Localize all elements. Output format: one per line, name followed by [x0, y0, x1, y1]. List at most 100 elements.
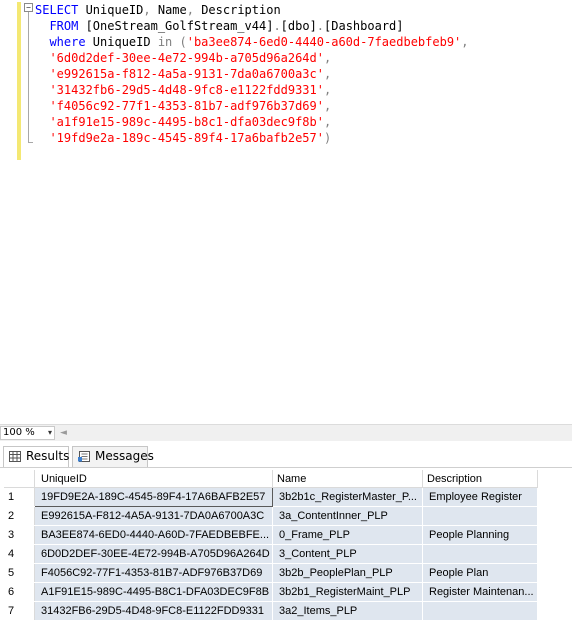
code-token-ident: [dbo]	[280, 19, 317, 33]
cell-description[interactable]	[422, 506, 538, 526]
tab-results[interactable]: Results	[3, 446, 69, 467]
code-token-gray: ,	[323, 99, 332, 113]
cell-name-text: 3b2b1_RegisterMaint_PLP	[279, 586, 411, 598]
cell-uniqueid-text: F4056C92-77F1-4353-81B7-ADF976B37D69	[41, 567, 263, 579]
cell-description[interactable]: Register Maintenan...	[422, 582, 538, 602]
results-tabbar: Results Messages	[0, 444, 572, 468]
row-number[interactable]: 6	[4, 582, 35, 602]
cell-description[interactable]: People Planning	[422, 525, 538, 545]
row-number[interactable]: 2	[4, 506, 35, 526]
cell-name-text: 3a2_Items_PLP	[279, 605, 358, 617]
column-header-description[interactable]: Description	[422, 470, 538, 488]
tab-messages[interactable]: Messages	[72, 446, 154, 467]
cell-description[interactable]	[422, 544, 538, 564]
table-row[interactable]: 7 31432FB6-29D5-4D48-9FC8-E1122FDD9331 3a2…	[4, 601, 538, 621]
outline-line-end	[28, 142, 33, 143]
cell-uniqueid-text: A1F91E15-989C-4495-B8C1-DFA03DEC9F8B	[41, 586, 270, 598]
code-line[interactable]: SELECT UniqueID, Name, Description	[35, 3, 281, 17]
code-token-ident: UniqueID	[85, 35, 158, 49]
cell-description-text: People Planning	[429, 529, 510, 541]
code-line[interactable]: where UniqueID in ('ba3ee874-6ed0-4440-a…	[35, 35, 468, 49]
code-token-ident: [Dashboard]	[324, 19, 404, 33]
cell-name-text: 3a_ContentInner_PLP	[279, 510, 388, 522]
cell-name[interactable]: 3b2b1c_RegisterMaster_P...	[272, 487, 423, 507]
cell-description-text: Register Maintenan...	[429, 586, 534, 598]
code-token-gray: ,	[143, 3, 151, 17]
cell-description[interactable]: Employee Register	[422, 487, 538, 507]
cell-name[interactable]: 3b2b_PeoplePlan_PLP	[272, 563, 423, 583]
cell-uniqueid[interactable]: 6D0D2DEF-30EE-4E72-994B-A705D96A264D	[34, 544, 273, 564]
row-number[interactable]: 7	[4, 601, 35, 621]
cell-name[interactable]: 3b2b1_RegisterMaint_PLP	[272, 582, 423, 602]
column-header-name[interactable]: Name	[272, 470, 423, 488]
code-token-ident: Name	[150, 3, 187, 17]
tab-messages-label: Messages	[95, 449, 154, 463]
row-number-text: 4	[8, 548, 15, 560]
row-number[interactable]: 1	[4, 487, 35, 507]
table-row[interactable]: 4 6D0D2DEF-30EE-4E72-994B-A705D96A264D 3_C…	[4, 544, 538, 564]
row-number-text: 5	[8, 567, 15, 579]
cell-description-text: People Plan	[429, 567, 489, 579]
cell-name-text: 3_Content_PLP	[279, 548, 357, 560]
code-token-str: 'a1f91e15-989c-4495-b8c1-dfa03dec9f8b'	[35, 115, 324, 129]
tab-results-label: Results	[26, 449, 70, 463]
code-token-kw: SELECT	[35, 3, 79, 17]
row-number[interactable]: 4	[4, 544, 35, 564]
table-row[interactable]: 2 E992615A-F812-4A5A-9131-7DA0A6700A3C 3a_…	[4, 506, 538, 526]
table-row[interactable]: 1 19FD9E2A-189C-4545-89F4-17A6BAFB2E57 3b2…	[4, 487, 538, 507]
scroll-left-icon[interactable]: ◄	[60, 427, 67, 439]
cell-uniqueid[interactable]: BA3EE874-6ED0-4440-A60D-7FAEDBEBFE...	[34, 525, 273, 545]
zoom-dropdown[interactable]: 100 % ▾	[0, 426, 55, 440]
cell-uniqueid[interactable]: A1F91E15-989C-4495-B8C1-DFA03DEC9F8B	[34, 582, 273, 602]
code-line[interactable]: 'f4056c92-77f1-4353-81b7-adf976b37d69',	[35, 99, 331, 113]
code-line[interactable]: '31432fb6-29d5-4d48-9fc8-e1122fdd9331',	[35, 83, 331, 97]
cell-description-text: Employee Register	[429, 491, 522, 503]
chevron-down-icon: ▾	[47, 428, 52, 437]
code-token-gray: ,	[323, 115, 332, 129]
cell-description[interactable]	[422, 601, 538, 621]
code-token-ident: UniqueID	[78, 3, 144, 17]
sql-code[interactable]: SELECT UniqueID, Name, Description FROM …	[35, 2, 469, 146]
grid-icon	[9, 451, 21, 462]
code-line[interactable]: '6d0d2def-30ee-4e72-994b-a705d96a264d',	[35, 51, 331, 65]
code-token-gray: .	[316, 19, 325, 33]
row-number[interactable]: 5	[4, 563, 35, 583]
code-token-gray: ,	[323, 67, 332, 81]
code-line[interactable]: 'e992615a-f812-4a5a-9131-7da0a6700a3c',	[35, 67, 331, 81]
code-token-kw: where	[35, 35, 86, 49]
cell-uniqueid-text: BA3EE874-6ED0-4440-A60D-7FAEDBEBFE...	[41, 529, 270, 541]
cell-uniqueid[interactable]: 19FD9E2A-189C-4545-89F4-17A6BAFB2E57	[34, 487, 273, 507]
results-grid[interactable]: UniqueID Name Description 1 19FD9E2A-189C…	[4, 470, 550, 621]
cell-uniqueid[interactable]: F4056C92-77F1-4353-81B7-ADF976B37D69	[34, 563, 273, 583]
collapse-toggle-icon[interactable]: −	[24, 3, 33, 12]
cell-description[interactable]: People Plan	[422, 563, 538, 583]
cell-uniqueid-text: E992615A-F812-4A5A-9131-7DA0A6700A3C	[41, 510, 265, 522]
row-number-text: 1	[8, 491, 15, 503]
row-number-header[interactable]	[4, 470, 35, 488]
code-token-gray: ,	[186, 3, 194, 17]
cell-name[interactable]: 3a2_Items_PLP	[272, 601, 423, 621]
cell-name-text: 0_Frame_PLP	[279, 529, 350, 541]
code-line[interactable]: FROM [OneStream_GolfStream_v44].[dbo].[D…	[35, 19, 404, 33]
code-line[interactable]: '19fd9e2a-189c-4545-89f4-17a6bafb2e57')	[35, 131, 331, 145]
cell-name[interactable]: 0_Frame_PLP	[272, 525, 423, 545]
change-indicator-bar	[17, 2, 21, 160]
table-row[interactable]: 3 BA3EE874-6ED0-4440-A60D-7FAEDBEBFE... 0_…	[4, 525, 538, 545]
row-number-text: 7	[8, 605, 15, 617]
cell-name[interactable]: 3_Content_PLP	[272, 544, 423, 564]
row-number[interactable]: 3	[4, 525, 35, 545]
column-header-uniqueid[interactable]: UniqueID	[34, 470, 273, 488]
code-token-str: 'f4056c92-77f1-4353-81b7-adf976b37d69'	[35, 99, 324, 113]
cell-uniqueid-text: 19FD9E2A-189C-4545-89F4-17A6BAFB2E57	[41, 491, 266, 503]
cell-uniqueid[interactable]: 31432FB6-29D5-4D48-9FC8-E1122FDD9331	[34, 601, 273, 621]
cell-uniqueid[interactable]: E992615A-F812-4A5A-9131-7DA0A6700A3C	[34, 506, 273, 526]
table-row[interactable]: 6 A1F91E15-989C-4495-B8C1-DFA03DEC9F8B 3b2…	[4, 582, 538, 602]
messages-icon	[78, 451, 90, 462]
code-token-gray: in	[157, 35, 173, 49]
row-number-text: 6	[8, 586, 15, 598]
code-line[interactable]: 'a1f91e15-989c-4495-b8c1-dfa03dec9f8b',	[35, 115, 331, 129]
cell-name[interactable]: 3a_ContentInner_PLP	[272, 506, 423, 526]
code-token-ident: [OneStream_GolfStream_v44]	[78, 19, 274, 33]
sql-editor[interactable]: − SELECT UniqueID, Name, Description FRO…	[0, 0, 572, 424]
table-row[interactable]: 5 F4056C92-77F1-4353-81B7-ADF976B37D69 3b2…	[4, 563, 538, 583]
